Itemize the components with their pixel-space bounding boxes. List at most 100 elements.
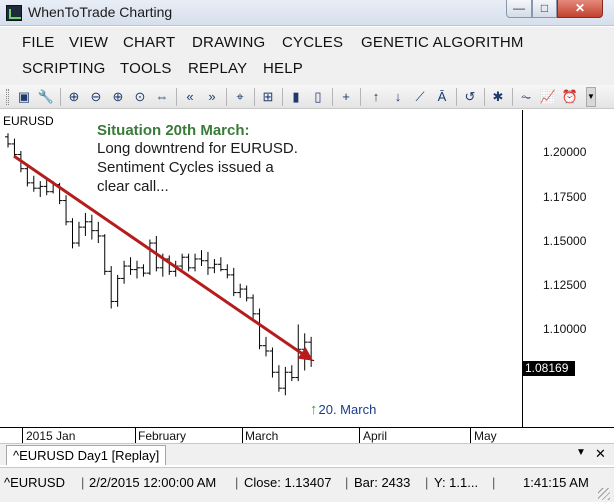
annotation-title: Situation 20th March:: [97, 122, 250, 139]
x-tick-label: May: [474, 429, 497, 443]
menu-genetic-algorithm[interactable]: GENETIC ALGORITHM: [361, 34, 524, 51]
y-tick-label: 1.17500: [543, 190, 587, 204]
status-bar-number: Bar: 2433: [354, 475, 411, 490]
bug-icon[interactable]: ✱: [488, 87, 508, 107]
x-tick: [135, 428, 136, 443]
ohlc-bar: [5, 133, 11, 148]
minimize-button[interactable]: —: [506, 0, 532, 18]
toolbar-separator: [226, 88, 227, 106]
tab-close-icon[interactable]: ✕: [595, 446, 606, 462]
zoom-reset-icon[interactable]: ⊙: [130, 87, 150, 107]
ohlc-bar: [198, 250, 205, 267]
menu-scripting[interactable]: SCRIPTING: [22, 60, 105, 77]
menu-file[interactable]: FILE: [22, 34, 54, 51]
ohlc-bar: [230, 267, 237, 297]
toolbar-separator: [456, 88, 457, 106]
ohlc-bar: [263, 336, 269, 357]
last-price-label: 1.08169: [522, 361, 575, 376]
ohlc-bar: [146, 239, 153, 275]
scroll-left-icon[interactable]: «: [180, 87, 200, 107]
resize-grip[interactable]: [598, 488, 610, 500]
ohlc-bar: [192, 253, 199, 272]
ohlc-bar: [237, 283, 244, 298]
chart-symbol-label: EURUSD: [3, 114, 54, 128]
battery-empty-icon[interactable]: ▯: [308, 87, 328, 107]
ohlc-bar: [204, 251, 211, 275]
ohlc-bar: [256, 308, 263, 350]
ohlc-bar: [140, 264, 147, 277]
zoom-out-icon[interactable]: ⊖: [86, 87, 106, 107]
alarm-clock-icon[interactable]: ⏰: [560, 87, 580, 107]
status-separator: |: [81, 475, 85, 490]
close-button[interactable]: ✕: [557, 0, 603, 18]
toolbar-separator: [332, 88, 333, 106]
ohlc-bar: [88, 214, 95, 240]
arrow-down-icon[interactable]: ↓: [388, 87, 408, 107]
ohlc-bar: [75, 221, 82, 247]
x-tick: [470, 428, 471, 443]
toolbar-separator: [60, 88, 61, 106]
time-axis[interactable]: 2015 Jan February March April May: [0, 427, 614, 443]
ohlc-bar: [37, 181, 44, 198]
chart-settings-icon[interactable]: ▣: [14, 87, 34, 107]
toolbar-overflow-button[interactable]: ▼: [586, 87, 596, 107]
menu-view[interactable]: VIEW: [69, 34, 108, 51]
tab-dropdown-icon[interactable]: ▼: [576, 447, 586, 458]
status-separator: |: [345, 475, 349, 490]
annotation-line: Sentiment Cycles issued a: [97, 159, 274, 176]
status-datetime: 2/2/2015 12:00:00 AM: [89, 475, 217, 490]
battery-full-icon[interactable]: ▮: [286, 87, 306, 107]
scroll-right-icon[interactable]: »: [202, 87, 222, 107]
crosshair-icon[interactable]: ⌖: [230, 87, 250, 107]
menu-help[interactable]: HELP: [263, 60, 303, 77]
ohlc-bar: [282, 366, 289, 396]
ohlc-bar: [101, 234, 108, 275]
march-marker-label: 20. March: [318, 402, 377, 417]
ohlc-bar: [269, 347, 276, 378]
toolbar-grip[interactable]: [6, 89, 9, 105]
x-tick: [242, 428, 243, 443]
ohlc-bar: [217, 257, 224, 272]
ohlc-bar: [127, 257, 134, 275]
status-separator: |: [425, 475, 429, 490]
chart-area[interactable]: 1.20000 1.17500 1.15000 1.12500 1.10000 …: [0, 110, 614, 427]
ohlc-bar: [11, 138, 18, 159]
arrow-up-icon[interactable]: ↑: [366, 87, 386, 107]
trendline-icon[interactable]: ⟋: [410, 87, 430, 107]
status-separator: |: [492, 475, 496, 490]
price-chart[interactable]: [0, 110, 522, 427]
x-tick-label: February: [138, 429, 187, 443]
x-tick-label: April: [363, 429, 388, 443]
grid-icon[interactable]: ⊞: [258, 87, 278, 107]
ohlc-bar: [69, 218, 76, 249]
indicator-chart-icon[interactable]: 📈: [538, 87, 558, 107]
history-icon[interactable]: ↺: [460, 87, 480, 107]
y-tick-label: 1.10000: [543, 322, 587, 336]
y-tick-label: 1.15000: [543, 234, 587, 248]
oscillator-icon[interactable]: ⏦: [516, 87, 536, 107]
title-bar: WhenToTrade Charting — □ ✕: [0, 0, 614, 26]
zoom-in-icon[interactable]: ⊕: [64, 87, 84, 107]
green-up-arrow-icon: ↑: [310, 401, 318, 418]
menu-cycles[interactable]: CYCLES: [282, 34, 343, 51]
menu-bar: FILE VIEW CHART DRAWING CYCLES GENETIC A…: [0, 27, 614, 85]
menu-replay[interactable]: REPLAY: [188, 60, 247, 77]
fit-icon[interactable]: ⇔: [152, 87, 172, 107]
status-separator: |: [235, 475, 239, 490]
menu-chart[interactable]: CHART: [123, 34, 175, 51]
menu-tools[interactable]: TOOLS: [120, 60, 172, 77]
annotation-line: clear call...: [97, 178, 169, 195]
chart-tab-bar: ^EURUSD Day1 [Replay] ▼ ✕: [0, 443, 614, 465]
app-icon: [6, 5, 22, 21]
maximize-button[interactable]: □: [532, 0, 557, 18]
wrench-icon[interactable]: 🔧: [36, 87, 56, 107]
menu-drawing[interactable]: DRAWING: [192, 34, 265, 51]
toolbar-separator: [484, 88, 485, 106]
zoom-area-icon[interactable]: ⊕: [108, 87, 128, 107]
chart-tab[interactable]: ^EURUSD Day1 [Replay]: [6, 445, 167, 465]
ohlc-bar: [275, 365, 282, 392]
ohlc-bar: [288, 365, 295, 382]
plus-icon[interactable]: +: [336, 87, 356, 107]
fibonacci-icon[interactable]: Ā: [432, 87, 452, 107]
march-marker: ↑20. March: [310, 401, 376, 418]
